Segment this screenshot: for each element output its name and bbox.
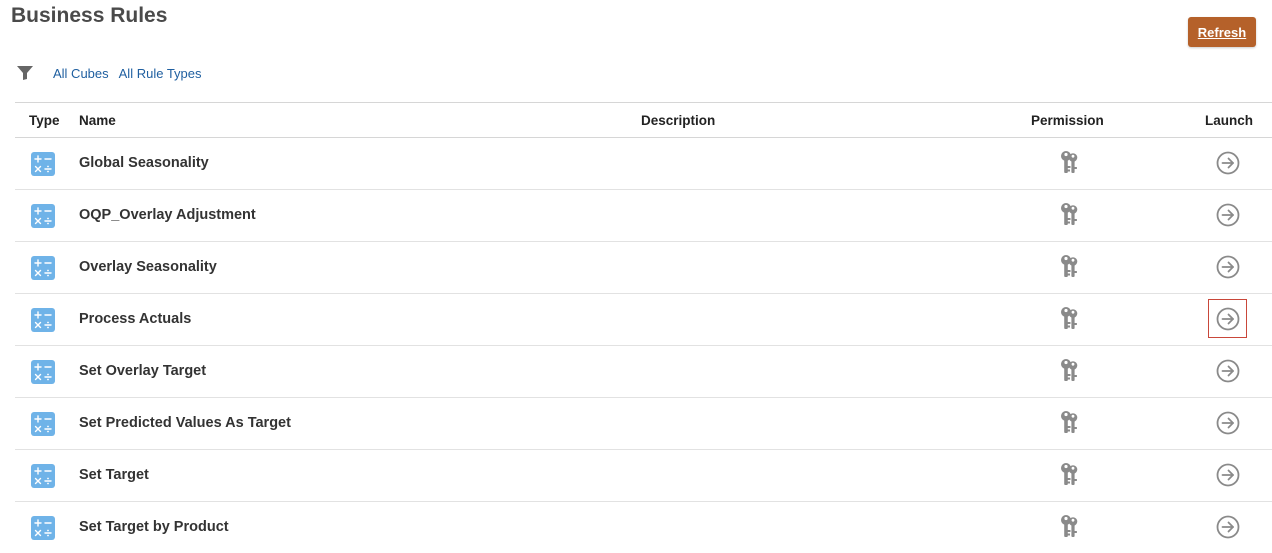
calculation-rule-icon bbox=[31, 308, 55, 332]
rule-name[interactable]: Set Target bbox=[79, 467, 149, 483]
table-row[interactable]: Overlay Seasonality bbox=[15, 242, 1272, 294]
keys-icon[interactable] bbox=[1058, 202, 1080, 228]
table-body: Global Seasonality OQP_Overlay Adjustment… bbox=[15, 138, 1272, 553]
keys-icon[interactable] bbox=[1058, 150, 1080, 176]
rule-name[interactable]: OQP_Overlay Adjustment bbox=[79, 207, 256, 223]
page-title: Business Rules bbox=[11, 4, 168, 27]
business-rules-table: Type Name Description Permission Launch … bbox=[15, 102, 1272, 553]
rule-name[interactable]: Set Target by Product bbox=[79, 519, 229, 535]
table-row[interactable]: Set Predicted Values As Target bbox=[15, 398, 1272, 450]
calculation-rule-icon bbox=[31, 204, 55, 228]
rule-name[interactable]: Set Overlay Target bbox=[79, 363, 206, 379]
column-header-name[interactable]: Name bbox=[79, 113, 116, 128]
table-row[interactable]: Process Actuals bbox=[15, 294, 1272, 346]
keys-icon[interactable] bbox=[1058, 306, 1080, 332]
calculation-rule-icon bbox=[31, 464, 55, 488]
calculation-rule-icon bbox=[31, 360, 55, 384]
cube-filter-link[interactable]: All Cubes bbox=[53, 66, 109, 81]
refresh-button[interactable]: Refresh bbox=[1188, 17, 1256, 47]
keys-icon[interactable] bbox=[1058, 358, 1080, 384]
launch-button[interactable] bbox=[1208, 299, 1247, 338]
table-row[interactable]: Global Seasonality bbox=[15, 138, 1272, 190]
column-header-launch[interactable]: Launch bbox=[1205, 113, 1253, 128]
launch-button[interactable] bbox=[1215, 514, 1241, 540]
table-row[interactable]: Set Target bbox=[15, 450, 1272, 502]
launch-button[interactable] bbox=[1215, 254, 1241, 280]
calculation-rule-icon bbox=[31, 412, 55, 436]
keys-icon[interactable] bbox=[1058, 410, 1080, 436]
rule-type-filter-link[interactable]: All Rule Types bbox=[119, 66, 202, 81]
table-row[interactable]: Set Overlay Target bbox=[15, 346, 1272, 398]
rule-name[interactable]: Global Seasonality bbox=[79, 155, 209, 171]
column-header-type[interactable]: Type bbox=[29, 113, 60, 128]
calculation-rule-icon bbox=[31, 256, 55, 280]
keys-icon[interactable] bbox=[1058, 514, 1080, 540]
keys-icon[interactable] bbox=[1058, 254, 1080, 280]
launch-button[interactable] bbox=[1215, 150, 1241, 176]
filter-icon[interactable] bbox=[16, 65, 34, 81]
table-row[interactable]: OQP_Overlay Adjustment bbox=[15, 190, 1272, 242]
column-header-description[interactable]: Description bbox=[641, 113, 715, 128]
rule-name[interactable]: Process Actuals bbox=[79, 311, 191, 327]
rule-name[interactable]: Overlay Seasonality bbox=[79, 259, 217, 275]
launch-button[interactable] bbox=[1215, 202, 1241, 228]
table-header: Type Name Description Permission Launch bbox=[15, 103, 1272, 138]
calculation-rule-icon bbox=[31, 516, 55, 540]
launch-button[interactable] bbox=[1215, 358, 1241, 384]
table-row[interactable]: Set Target by Product bbox=[15, 502, 1272, 553]
rule-name[interactable]: Set Predicted Values As Target bbox=[79, 415, 291, 431]
launch-button[interactable] bbox=[1215, 410, 1241, 436]
column-header-permission[interactable]: Permission bbox=[1031, 113, 1104, 128]
filter-bar: All Cubes All Rule Types bbox=[16, 64, 212, 82]
keys-icon[interactable] bbox=[1058, 462, 1080, 488]
launch-button[interactable] bbox=[1215, 462, 1241, 488]
calculation-rule-icon bbox=[31, 152, 55, 176]
